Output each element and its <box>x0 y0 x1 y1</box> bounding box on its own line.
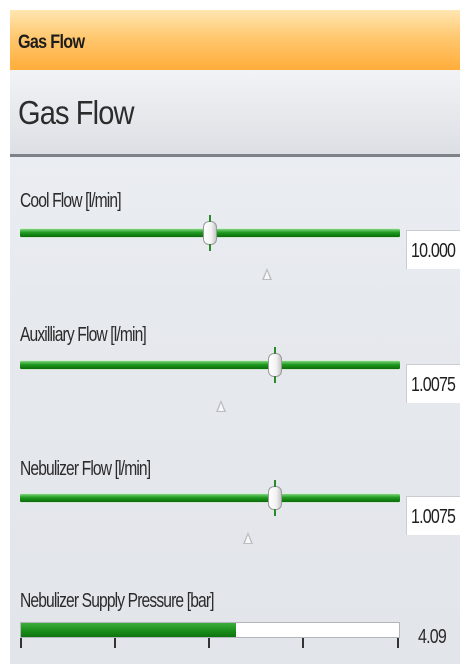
auxilliary-flow-value: 1.0075 <box>411 374 456 396</box>
slider-thumb-tick <box>273 376 276 383</box>
auxilliary-flow-setpoint-marker <box>216 400 227 412</box>
gas-flow-panel: Gas Flow Gas Flow Cool Flow [l/min] 10.0… <box>10 10 460 664</box>
panel-heading: Gas Flow <box>18 94 134 131</box>
nebulizer-flow-slider-track[interactable] <box>20 493 400 503</box>
nebulizer-pressure-label: Nebulizer Supply Pressure [bar] <box>20 590 215 612</box>
pressure-scale-tick <box>114 638 116 648</box>
pressure-scale-tick <box>208 638 210 648</box>
nebulizer-flow-value-field[interactable]: 1.0075 <box>406 496 460 535</box>
nebulizer-flow-value: 1.0075 <box>411 506 456 528</box>
auxilliary-flow-value-field[interactable]: 1.0075 <box>406 364 460 403</box>
pressure-scale-tick <box>20 638 22 648</box>
nebulizer-pressure-bar <box>20 622 400 638</box>
window-titlebar[interactable]: Gas Flow <box>10 10 460 70</box>
nebulizer-pressure-fill <box>21 623 236 637</box>
nebulizer-flow-label: Nebulizer Flow [l/min] <box>20 458 151 480</box>
cool-flow-value-field[interactable]: 10.000 <box>406 230 460 269</box>
auxilliary-flow-slider-track[interactable] <box>20 360 400 370</box>
cool-flow-value: 10.000 <box>411 240 456 262</box>
nebulizer-pressure-value: 4.09 <box>418 626 447 648</box>
nebulizer-flow-slider-thumb[interactable] <box>267 486 282 510</box>
pressure-scale-tick <box>397 638 399 648</box>
cool-flow-label: Cool Flow [l/min] <box>20 190 122 212</box>
auxilliary-flow-slider-thumb[interactable] <box>267 353 282 377</box>
slider-thumb-tick <box>209 244 211 251</box>
cool-flow-setpoint-marker <box>262 268 272 280</box>
slider-thumb-tick <box>273 480 276 487</box>
pressure-scale-tick <box>302 638 304 648</box>
cool-flow-slider-thumb[interactable] <box>203 221 217 245</box>
window-title: Gas Flow <box>18 32 85 53</box>
slider-thumb-tick <box>273 347 276 354</box>
slider-thumb-tick <box>209 215 211 222</box>
auxilliary-flow-label: Auxilliary Flow [l/min] <box>20 324 147 346</box>
nebulizer-flow-setpoint-marker <box>243 532 253 544</box>
slider-thumb-tick <box>273 509 276 516</box>
